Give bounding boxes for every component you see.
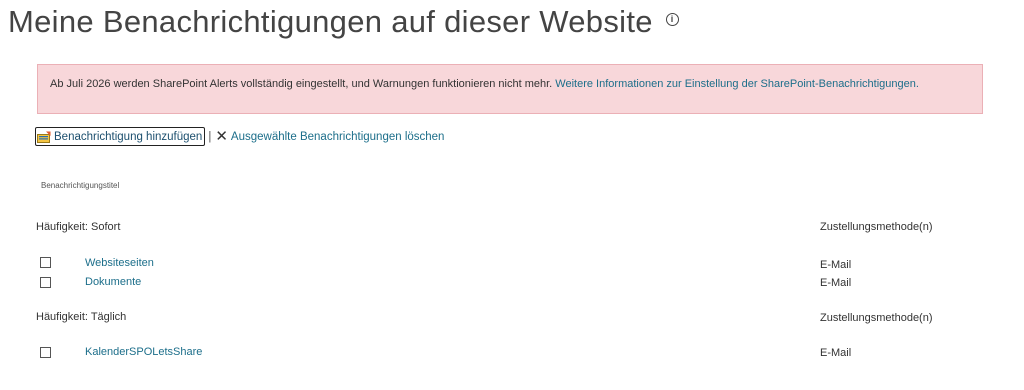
delivery-method: E-Mail <box>820 277 852 289</box>
alert-more-info-link[interactable]: Weitere Informationen zur Einstellung de… <box>555 78 919 90</box>
group-header-frequency: Häufigkeit: Täglich <box>36 311 127 323</box>
toolbar: Benachrichtigung hinzufügen | ✕ Ausgewäh… <box>35 127 444 146</box>
row-checkbox[interactable] <box>40 277 51 288</box>
deprecation-alert-banner: Ab Juli 2026 werden SharePoint Alerts vo… <box>37 64 983 114</box>
delete-selected-alerts-button[interactable]: ✕ Ausgewählte Benachrichtigungen löschen <box>215 129 444 144</box>
group-header-frequency: Häufigkeit: Sofort <box>36 221 121 233</box>
add-alert-button[interactable]: Benachrichtigung hinzufügen <box>35 127 206 146</box>
column-header-delivery-method: Zustellungsmethode(n) <box>820 221 933 233</box>
column-header-delivery-method: Zustellungsmethode(n) <box>820 312 933 324</box>
row-checkbox[interactable] <box>40 347 51 358</box>
alert-title-link[interactable]: Dokumente <box>85 276 141 288</box>
alerts-page: Meine Benachrichtigungen auf dieser Webs… <box>0 0 1024 390</box>
delivery-method: E-Mail <box>820 347 852 359</box>
alert-text: Ab Juli 2026 werden SharePoint Alerts vo… <box>50 78 556 90</box>
page-title: Meine Benachrichtigungen auf dieser Webs… <box>8 4 679 40</box>
page-title-text: Meine Benachrichtigungen auf dieser Webs… <box>8 4 653 39</box>
add-alert-label: Benachrichtigung hinzufügen <box>54 130 203 143</box>
delete-selected-label: Ausgewählte Benachrichtigungen löschen <box>230 130 445 143</box>
add-alert-icon <box>37 131 51 143</box>
info-icon[interactable]: i <box>665 13 679 27</box>
close-icon: ✕ <box>215 128 228 145</box>
alert-title-link[interactable]: KalenderSPOLetsShare <box>85 346 202 358</box>
row-checkbox[interactable] <box>40 257 51 268</box>
delivery-method: E-Mail <box>820 259 852 271</box>
column-header-alert-title: Benachrichtigungstitel <box>41 181 120 190</box>
toolbar-separator: | <box>208 130 212 143</box>
alert-title-link[interactable]: Websiteseiten <box>85 257 154 269</box>
